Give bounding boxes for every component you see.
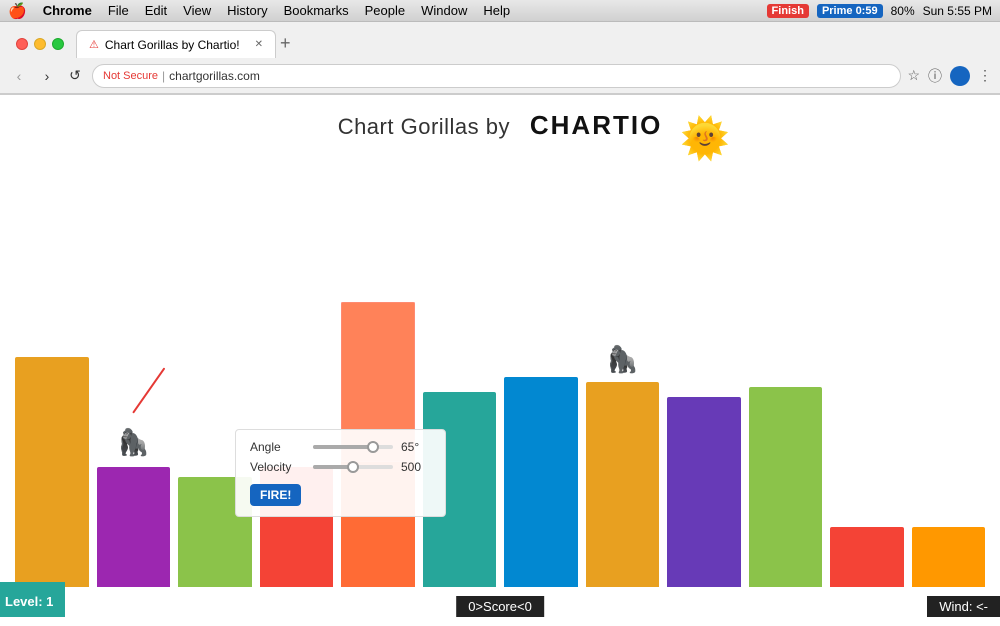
chartio-logo: CHARTIO	[530, 110, 662, 140]
url-separator: |	[162, 69, 165, 83]
gorilla-player1: 🦍	[117, 427, 149, 458]
fire-button[interactable]: FIRE!	[250, 484, 301, 506]
browser-menu-icon[interactable]: ⋮	[978, 67, 992, 84]
prime-badge: Prime 0:59	[817, 4, 883, 18]
bookmarks-menu[interactable]: Bookmarks	[284, 3, 349, 18]
people-menu[interactable]: People	[365, 3, 405, 18]
close-window-button[interactable]	[16, 38, 28, 50]
bar-10	[749, 387, 823, 587]
minimize-window-button[interactable]	[34, 38, 46, 50]
control-panel: Angle 65° Velocity 500 FIRE!	[235, 429, 446, 517]
page-header: Chart Gorillas by CHARTIO	[0, 95, 1000, 146]
fullscreen-window-button[interactable]	[52, 38, 64, 50]
bar-8: 🦍	[586, 382, 660, 587]
battery-label: 80%	[891, 4, 915, 18]
chrome-menu[interactable]: Chrome	[43, 3, 92, 18]
game-area: 🦍 🦍	[0, 146, 1000, 617]
edit-menu[interactable]: Edit	[145, 3, 167, 18]
tab-close-button[interactable]: ✕	[255, 39, 263, 50]
page-content: Chart Gorillas by CHARTIO 🌞 🦍	[0, 95, 1000, 626]
finish-badge: Finish	[767, 4, 809, 18]
bar-2: 🦍	[97, 467, 171, 587]
address-bar[interactable]: Not Secure | chartgorillas.com	[92, 64, 901, 88]
url-display: chartgorillas.com	[169, 69, 260, 83]
score-overlay: 0>Score<0	[456, 596, 544, 617]
angle-control-row: Angle 65°	[250, 440, 431, 454]
level-tile: Level: 1	[0, 582, 65, 617]
bar-9	[667, 397, 741, 587]
gorilla-player2: 🦍	[606, 344, 638, 375]
tab-bar: ⚠ Chart Gorillas by Chartio! ✕ +	[0, 22, 1000, 58]
mac-menubar: 🍎 Chrome File Edit View History Bookmark…	[0, 0, 1000, 22]
velocity-control-row: Velocity 500	[250, 460, 431, 474]
file-menu[interactable]: File	[108, 3, 129, 18]
wind-badge: Wind: <-	[927, 596, 1000, 617]
not-secure-indicator: Not Secure	[103, 70, 158, 82]
forward-button[interactable]: ›	[36, 65, 58, 87]
page-info-icon[interactable]: ⓘ	[928, 66, 942, 86]
tab-favicon: ⚠	[89, 38, 99, 51]
back-button[interactable]: ‹	[8, 65, 30, 87]
active-tab[interactable]: ⚠ Chart Gorillas by Chartio! ✕	[76, 30, 276, 58]
tab-title: Chart Gorillas by Chartio!	[105, 38, 240, 52]
bars-container: 🦍 🦍	[0, 167, 1000, 587]
tab-strip: ⚠ Chart Gorillas by Chartio! ✕ +	[76, 30, 992, 58]
level-label: Level: 1	[5, 594, 53, 609]
traffic-lights	[8, 38, 72, 58]
user-avatar[interactable]	[950, 66, 970, 86]
nav-action-icons: ☆ ⓘ ⋮	[907, 66, 992, 86]
bar-12	[912, 527, 986, 587]
header-prefix: Chart Gorillas by	[338, 114, 510, 139]
velocity-label: Velocity	[250, 460, 305, 474]
window-menu[interactable]: Window	[421, 3, 467, 18]
angle-value: 65°	[401, 440, 431, 454]
angle-slider[interactable]	[313, 445, 393, 449]
bookmark-star-icon[interactable]: ☆	[907, 67, 920, 84]
bar-11	[830, 527, 904, 587]
history-menu[interactable]: History	[227, 3, 267, 18]
score-badge: 0>Score<0	[456, 596, 544, 617]
view-menu[interactable]: View	[183, 3, 211, 18]
angle-label: Angle	[250, 440, 305, 454]
bar-7	[504, 377, 578, 587]
new-tab-button[interactable]: +	[276, 33, 295, 58]
bar-1	[15, 357, 89, 587]
apple-menu[interactable]: 🍎	[8, 2, 27, 20]
nav-bar: ‹ › ↺ Not Secure | chartgorillas.com ☆ ⓘ…	[0, 58, 1000, 94]
browser-chrome: ⚠ Chart Gorillas by Chartio! ✕ + ‹ › ↺ N…	[0, 22, 1000, 95]
clock: Sun 5:55 PM	[923, 4, 992, 18]
refresh-button[interactable]: ↺	[64, 65, 86, 87]
velocity-value: 500	[401, 460, 431, 474]
velocity-slider[interactable]	[313, 465, 393, 469]
menubar-right: Finish Prime 0:59 80% Sun 5:55 PM	[767, 4, 992, 18]
aim-line	[132, 367, 165, 413]
help-menu[interactable]: Help	[483, 3, 510, 18]
